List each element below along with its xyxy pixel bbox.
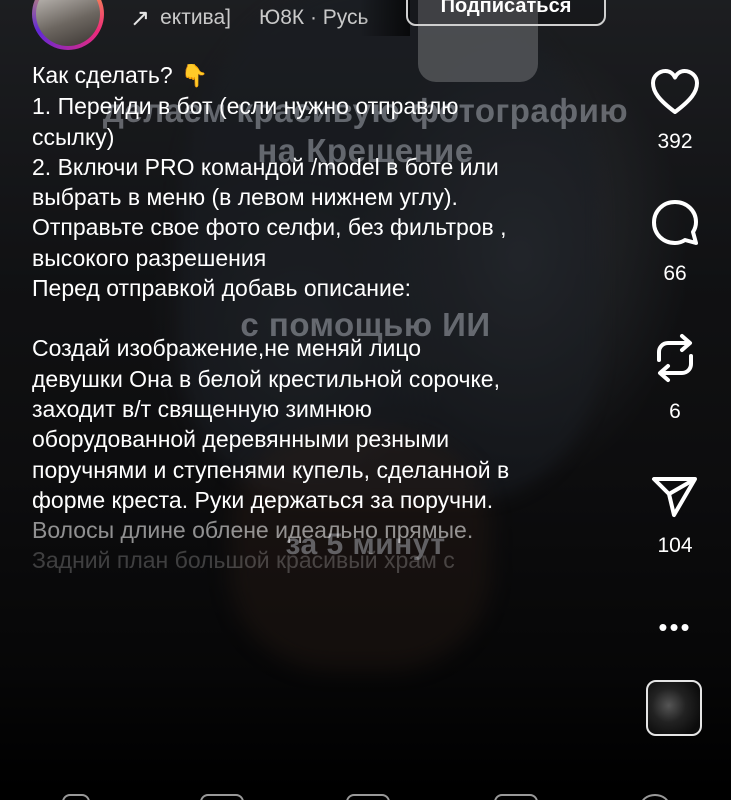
nav-create-icon[interactable] (346, 794, 390, 800)
caption-line: поручнями и ступенями купель, сделанной … (32, 456, 510, 483)
comment-action: 66 (640, 198, 710, 286)
caption-line: заходит в/т священную зимнюю (32, 395, 372, 422)
music-track: ектива] (160, 6, 231, 29)
comment-count: 66 (663, 262, 687, 285)
caption-line: высокого разрешения (32, 244, 267, 271)
caption-line: Как сделать? 👇 (32, 60, 612, 91)
like-count: 392 (657, 130, 693, 153)
nav-search-icon[interactable] (200, 794, 244, 800)
reel-viewer: делаем красивую фотографию на Крещение с… (0, 0, 731, 800)
send-icon[interactable] (649, 474, 701, 520)
reel-caption[interactable]: Как сделать? 👇 1. Перейди в бот (если нуж… (32, 60, 612, 576)
caption-line: Создай изображение,не меняй лицо (32, 335, 422, 362)
repost-count: 6 (669, 400, 681, 423)
caption-line: выбрать в меню (в левом нижнем углу). (32, 184, 458, 211)
audio-thumbnail[interactable] (646, 680, 702, 736)
caption-line: девушки Она в белой крестильной сорочке, (32, 365, 500, 392)
avatar-image (36, 0, 100, 46)
repost-action: 6 (640, 330, 710, 424)
comment-icon[interactable] (649, 198, 701, 248)
caption-line: Задний план большой красивый храм с (32, 547, 455, 574)
arrow-icon: ↗ (130, 4, 151, 32)
caption-line: Перед отправкой добавь описание: (32, 275, 411, 302)
share-action: 104 (640, 474, 710, 558)
nav-home-icon[interactable] (62, 794, 90, 800)
caption-line: форме креста. Руки держаться за поручни. (32, 486, 494, 513)
like-action: 392 (640, 68, 710, 154)
heart-icon[interactable] (649, 68, 701, 116)
music-fade (360, 0, 410, 36)
more-icon[interactable]: ••• (655, 612, 695, 643)
reel-header: ↗ ектива] Ю8К · Русь Подписаться (0, 0, 731, 50)
nav-profile-icon[interactable] (640, 794, 670, 800)
caption-line: Волосы длине облене идеально прямые. (32, 517, 474, 544)
caption-line: 2. Включи PRO командой /model в боте или (32, 153, 499, 180)
bottom-nav (0, 786, 731, 800)
caption-line: Отправьте свое фото селфи, без фильтров … (32, 214, 507, 241)
music-artist: Ю8К · Русь (259, 6, 369, 29)
caption-line: 1. Перейди в бот (если нужно отправлю (32, 93, 459, 120)
caption-line: ссылку) (32, 123, 115, 150)
caption-line (32, 303, 612, 333)
share-count: 104 (657, 534, 693, 557)
nav-reels-icon[interactable] (494, 794, 538, 800)
music-info[interactable]: ↗ ектива] Ю8К · Русь (130, 2, 369, 34)
repost-icon[interactable] (649, 330, 701, 386)
pointing-down-icon: 👇 (180, 63, 209, 88)
caption-line: оборудованной деревянными резными (32, 426, 450, 453)
subscribe-button[interactable]: Подписаться (406, 0, 606, 26)
